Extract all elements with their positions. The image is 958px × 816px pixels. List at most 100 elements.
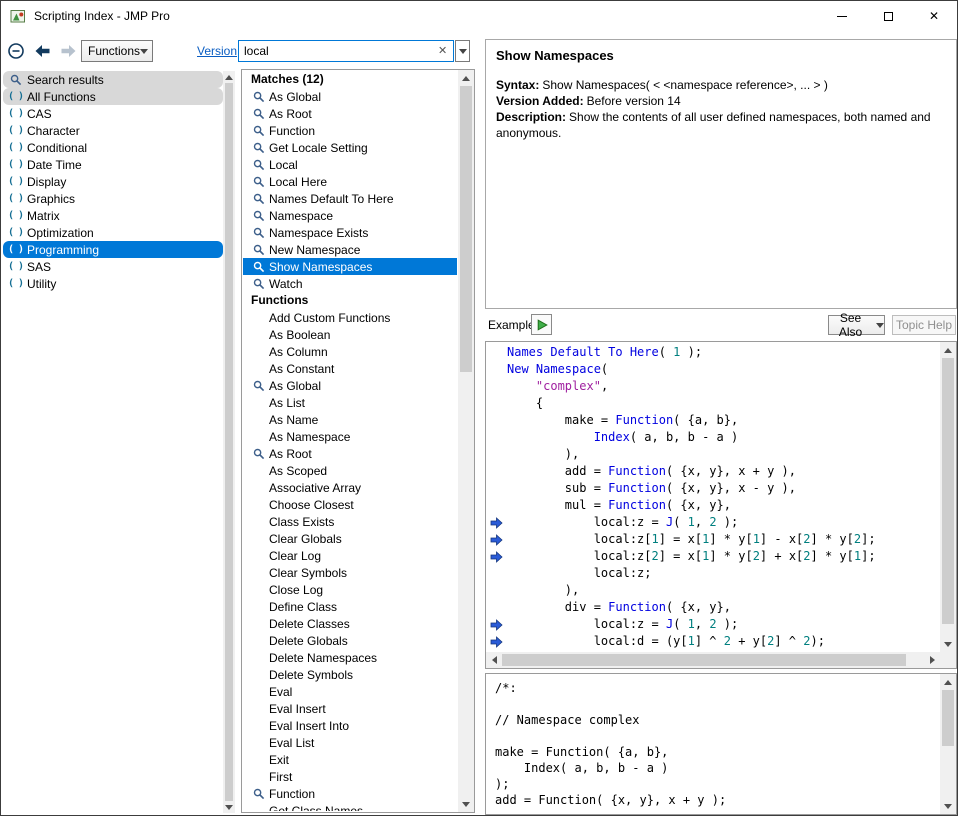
scrollbar-thumb[interactable] — [225, 83, 233, 801]
results-scrollbar[interactable] — [458, 70, 474, 812]
result-item-as-column[interactable]: As Column — [243, 343, 457, 360]
topic-help-button[interactable]: Topic Help — [892, 315, 956, 335]
sidebar-item-all-functions[interactable]: ( )All Functions — [3, 88, 223, 105]
result-item-as-scoped[interactable]: As Scoped — [243, 462, 457, 479]
bookmark-arrow-icon[interactable] — [486, 548, 507, 565]
sidebar-scrollbar[interactable] — [223, 71, 235, 813]
scrollbar-track[interactable] — [458, 86, 474, 796]
result-item-local-here[interactable]: Local Here — [243, 173, 457, 190]
scrollbar-track[interactable] — [502, 652, 924, 668]
bookmark-arrow-icon[interactable] — [486, 633, 507, 650]
result-item-as-root[interactable]: As Root — [243, 445, 457, 462]
sidebar-item-optimization[interactable]: ( )Optimization — [3, 224, 223, 241]
result-item-choose-closest[interactable]: Choose Closest — [243, 496, 457, 513]
result-item-eval-insert[interactable]: Eval Insert — [243, 700, 457, 717]
result-item-as-name[interactable]: As Name — [243, 411, 457, 428]
scroll-up-button[interactable] — [223, 71, 235, 83]
run-example-button[interactable] — [531, 314, 552, 335]
result-item-delete-globals[interactable]: Delete Globals — [243, 632, 457, 649]
result-item-delete-symbols[interactable]: Delete Symbols — [243, 666, 457, 683]
result-item-get-locale-setting[interactable]: Get Locale Setting — [243, 139, 457, 156]
log-scrollbar[interactable] — [940, 674, 956, 814]
bookmark-arrow-icon[interactable] — [486, 514, 507, 531]
result-item-close-log[interactable]: Close Log — [243, 581, 457, 598]
version-link[interactable]: Version — [197, 44, 237, 58]
result-item-function[interactable]: Function — [243, 122, 457, 139]
close-button[interactable]: ✕ — [911, 1, 957, 31]
see-also-dropdown[interactable]: See Also — [828, 315, 885, 335]
scroll-down-button[interactable] — [940, 798, 956, 814]
bookmark-arrow-icon[interactable] — [486, 531, 507, 548]
result-item-clear-log[interactable]: Clear Log — [243, 547, 457, 564]
maximize-button[interactable] — [865, 1, 911, 31]
result-item-show-namespaces[interactable]: Show Namespaces — [243, 258, 457, 275]
result-item-associative-array[interactable]: Associative Array — [243, 479, 457, 496]
sidebar-item-character[interactable]: ( )Character — [3, 122, 223, 139]
scrollbar-thumb[interactable] — [502, 654, 906, 666]
result-item-as-constant[interactable]: As Constant — [243, 360, 457, 377]
result-item-define-class[interactable]: Define Class — [243, 598, 457, 615]
filter-dropdown[interactable]: Functions — [81, 40, 153, 62]
result-item-eval[interactable]: Eval — [243, 683, 457, 700]
scroll-down-button[interactable] — [223, 801, 235, 813]
result-item-names-default-to-here[interactable]: Names Default To Here — [243, 190, 457, 207]
code-editor[interactable]: Names Default To Here( 1 );New Namespace… — [507, 342, 940, 652]
result-item-as-boolean[interactable]: As Boolean — [243, 326, 457, 343]
sidebar-item-display[interactable]: ( )Display — [3, 173, 223, 190]
result-item-new-namespace[interactable]: New Namespace — [243, 241, 457, 258]
result-item-as-list[interactable]: As List — [243, 394, 457, 411]
titlebar[interactable]: Scripting Index - JMP Pro ✕ — [1, 1, 957, 31]
result-item-as-global[interactable]: As Global — [243, 377, 457, 394]
result-item-exit[interactable]: Exit — [243, 751, 457, 768]
result-item-as-global[interactable]: As Global — [243, 88, 457, 105]
result-item-clear-symbols[interactable]: Clear Symbols — [243, 564, 457, 581]
sidebar-item-sas[interactable]: ( )SAS — [3, 258, 223, 275]
log-output[interactable]: /*: // Namespace complex make = Function… — [495, 680, 939, 814]
result-item-eval-insert-into[interactable]: Eval Insert Into — [243, 717, 457, 734]
clear-search-icon[interactable]: ✕ — [438, 44, 447, 57]
result-item-add-custom-functions[interactable]: Add Custom Functions — [243, 309, 457, 326]
result-item-namespace[interactable]: Namespace — [243, 207, 457, 224]
result-item-as-root[interactable]: As Root — [243, 105, 457, 122]
scrollbar-thumb[interactable] — [460, 86, 472, 372]
scrollbar-track[interactable] — [940, 690, 956, 798]
bookmark-arrow-icon[interactable] — [486, 616, 507, 633]
result-item-delete-namespaces[interactable]: Delete Namespaces — [243, 649, 457, 666]
scroll-down-button[interactable] — [940, 636, 956, 652]
result-item-first[interactable]: First — [243, 768, 457, 785]
minimize-button[interactable] — [819, 1, 865, 31]
scrollbar-thumb[interactable] — [942, 690, 954, 746]
scrollbar-track[interactable] — [940, 358, 956, 636]
forward-button[interactable] — [57, 40, 79, 62]
scrollbar-track[interactable] — [223, 83, 235, 801]
collapse-button[interactable] — [5, 40, 27, 62]
scroll-up-button[interactable] — [940, 342, 956, 358]
scroll-left-button[interactable] — [486, 652, 502, 668]
result-item-eval-list[interactable]: Eval List — [243, 734, 457, 751]
scroll-down-button[interactable] — [458, 796, 474, 812]
result-item-clear-globals[interactable]: Clear Globals — [243, 530, 457, 547]
result-item-get-class-names[interactable]: Get Class Names — [243, 802, 457, 811]
sidebar-item-cas[interactable]: ( )CAS — [3, 105, 223, 122]
code-horizontal-scrollbar[interactable] — [486, 652, 940, 668]
search-history-dropdown[interactable] — [455, 40, 470, 62]
result-item-as-namespace[interactable]: As Namespace — [243, 428, 457, 445]
back-button[interactable] — [31, 40, 53, 62]
code-vertical-scrollbar[interactable] — [940, 342, 956, 652]
sidebar-item-programming[interactable]: ( )Programming — [3, 241, 223, 258]
sidebar-item-graphics[interactable]: ( )Graphics — [3, 190, 223, 207]
scroll-up-button[interactable] — [940, 674, 956, 690]
result-item-function[interactable]: Function — [243, 785, 457, 802]
scrollbar-thumb[interactable] — [942, 358, 954, 624]
sidebar-item-utility[interactable]: ( )Utility — [3, 275, 223, 292]
scroll-up-button[interactable] — [458, 70, 474, 86]
sidebar-item-conditional[interactable]: ( )Conditional — [3, 139, 223, 156]
search-input[interactable] — [238, 40, 454, 62]
sidebar-item-date-time[interactable]: ( )Date Time — [3, 156, 223, 173]
result-item-watch[interactable]: Watch — [243, 275, 457, 292]
result-item-local[interactable]: Local — [243, 156, 457, 173]
result-item-delete-classes[interactable]: Delete Classes — [243, 615, 457, 632]
scroll-right-button[interactable] — [924, 652, 940, 668]
sidebar-item-search-results[interactable]: Search results — [3, 71, 223, 88]
result-item-namespace-exists[interactable]: Namespace Exists — [243, 224, 457, 241]
